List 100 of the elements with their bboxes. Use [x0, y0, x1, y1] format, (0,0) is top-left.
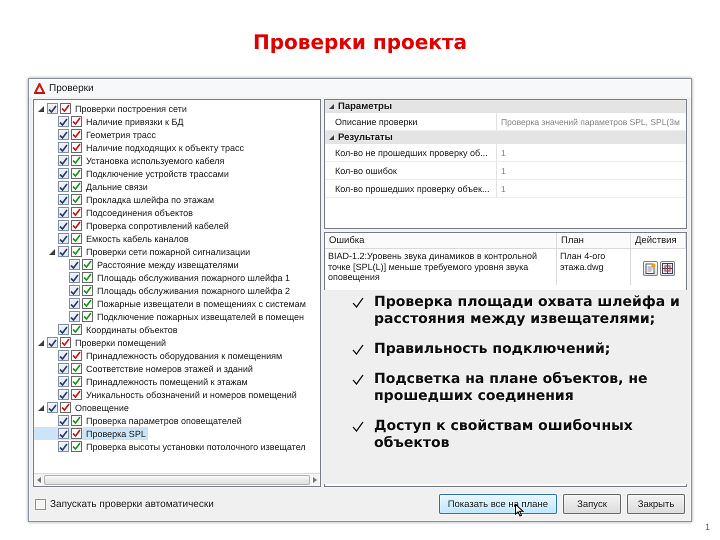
property-name: Кол-во ошибок: [325, 162, 497, 179]
tree-item[interactable]: Геометрия трасс: [34, 128, 158, 141]
checkbox[interactable]: [47, 402, 58, 413]
tree-item[interactable]: Принадлежность помещений к этажам: [34, 375, 250, 388]
status-check-icon: [82, 285, 93, 296]
tree-item[interactable]: Принадлежность оборудования к помещениям: [34, 349, 284, 362]
plan-button[interactable]: [660, 261, 674, 276]
checkbox[interactable]: [58, 181, 69, 192]
collapse-arrow-icon[interactable]: [37, 104, 45, 112]
checkbox[interactable]: [58, 155, 69, 166]
status-check-icon: [71, 129, 82, 140]
property-name: Описание проверки: [325, 113, 497, 130]
tree-label: Дальние связи: [86, 182, 148, 192]
tree-item[interactable]: Подключение устройств трассами: [34, 167, 231, 180]
checkbox[interactable]: [58, 441, 69, 452]
dialog-button[interactable]: Запуск: [563, 494, 621, 514]
checkbox[interactable]: [69, 298, 80, 309]
horizontal-scrollbar[interactable]: [34, 473, 320, 486]
column-header[interactable]: План: [557, 233, 631, 249]
checkbox[interactable]: [69, 311, 80, 322]
tree-item[interactable]: Емкость кабель каналов: [34, 232, 191, 245]
tree-label: Установка используемого кабеля: [86, 156, 224, 166]
status-check-icon: [71, 220, 82, 231]
property-name: Кол-во прошедших проверку объек...: [325, 180, 497, 197]
tree-item[interactable]: Проверка сопротивлений кабелей: [34, 219, 231, 232]
collapse-arrow-icon[interactable]: [329, 104, 334, 109]
slide-number: 1: [704, 522, 710, 532]
checkbox[interactable]: [69, 285, 80, 296]
tree-item[interactable]: Оповещение: [34, 401, 131, 414]
checkbox[interactable]: [58, 363, 69, 374]
checkbox[interactable]: [58, 324, 69, 335]
tree-item[interactable]: Площадь обслуживания пожарного шлейфа 1: [34, 271, 292, 284]
status-check-icon: [60, 402, 71, 413]
checkbox[interactable]: [35, 498, 46, 510]
tree-label: Геометрия трасс: [86, 130, 156, 140]
collapse-arrow-icon[interactable]: [37, 404, 45, 412]
tree-item[interactable]: Наличие привязки к БД: [34, 115, 186, 128]
property-value: 1: [500, 146, 507, 160]
checkbox[interactable]: [58, 350, 69, 361]
tree-label: Проверки помещений: [75, 338, 166, 348]
checkbox[interactable]: [47, 337, 58, 348]
column-header[interactable]: Действия: [631, 233, 686, 249]
checkbox[interactable]: [58, 168, 69, 179]
status-check-icon: [60, 337, 71, 348]
checkbox[interactable]: [58, 194, 69, 205]
tree-item[interactable]: Площадь обслуживания пожарного шлейфа 2: [34, 284, 292, 297]
checkbox[interactable]: [69, 272, 80, 283]
tree-label: Наличие привязки к БД: [86, 116, 184, 126]
tree-item[interactable]: Координаты объектов: [34, 323, 180, 336]
status-check-icon: [71, 233, 82, 244]
checkbox[interactable]: [58, 220, 69, 231]
checkbox[interactable]: [47, 103, 58, 114]
property-name: Кол-во не прошедших проверку об...: [325, 144, 497, 161]
status-check-icon: [71, 194, 82, 205]
status-check-icon: [60, 103, 71, 114]
tree-item[interactable]: Уникальность обозначений и номеров помещений: [34, 388, 299, 401]
tree-item[interactable]: Подключение пожарных извещателей в помещен: [34, 310, 306, 323]
property-value: 1: [500, 182, 507, 196]
checkbox[interactable]: [58, 428, 69, 439]
tree-item[interactable]: Прокладка шлейфа по этажам: [34, 193, 216, 206]
tree-label: Расстояние между извещателями: [97, 260, 239, 270]
tree-item[interactable]: Дальние связи: [34, 180, 150, 193]
checkbox[interactable]: [58, 129, 69, 140]
status-check-icon: [71, 324, 82, 335]
tree-item[interactable]: Расстояние между извещателями: [34, 258, 241, 271]
tree-label: Прокладка шлейфа по этажам: [86, 194, 214, 204]
bullet-text: Доступ к свойствам ошибочных объектов: [374, 418, 634, 452]
tree-item[interactable]: Проверки построения сети: [34, 102, 189, 115]
status-check-icon: [82, 311, 93, 322]
checkbox[interactable]: [58, 142, 69, 153]
status-check-icon: [71, 428, 82, 439]
dialog-button[interactable]: Закрыть: [627, 494, 685, 514]
tree-item[interactable]: Пожарные извещатели в помещениях с системам: [34, 297, 308, 310]
checkbox[interactable]: [58, 389, 69, 400]
checkbox[interactable]: [58, 376, 69, 387]
collapse-arrow-icon[interactable]: [329, 135, 334, 140]
tree-item[interactable]: Проверки сети пожарной сигнализации: [34, 245, 252, 258]
check-icon: [352, 374, 364, 385]
checkbox[interactable]: [58, 415, 69, 426]
tree-item[interactable]: Соответствие номеров этажей и зданий: [34, 362, 255, 375]
tree-label: Проверка SPL: [86, 428, 146, 438]
properties-button[interactable]: [642, 261, 658, 276]
status-check-icon: [71, 181, 82, 192]
tree-item[interactable]: Проверка параметров оповещателей: [34, 414, 244, 427]
tree-item[interactable]: Подсоединения объектов: [34, 206, 195, 219]
checkbox[interactable]: [58, 116, 69, 127]
collapse-arrow-icon[interactable]: [48, 248, 56, 256]
tree-item[interactable]: Проверка SPL: [34, 427, 148, 440]
tree-item[interactable]: Установка используемого кабеля: [34, 154, 226, 167]
tree-item[interactable]: Проверка высоты установки потолочного извещател: [34, 440, 308, 453]
category-label: Параметры: [338, 101, 392, 112]
checkbox[interactable]: [58, 246, 69, 257]
status-check-icon: [82, 298, 93, 309]
collapse-arrow-icon[interactable]: [37, 338, 45, 346]
checkbox[interactable]: [58, 233, 69, 244]
tree-item[interactable]: Проверки помещений: [34, 336, 168, 349]
checkbox[interactable]: [69, 259, 80, 270]
column-header[interactable]: Ошибка: [325, 233, 557, 249]
tree-item[interactable]: Наличие подходящих к объекту трасс: [34, 141, 246, 154]
checkbox[interactable]: [58, 207, 69, 218]
